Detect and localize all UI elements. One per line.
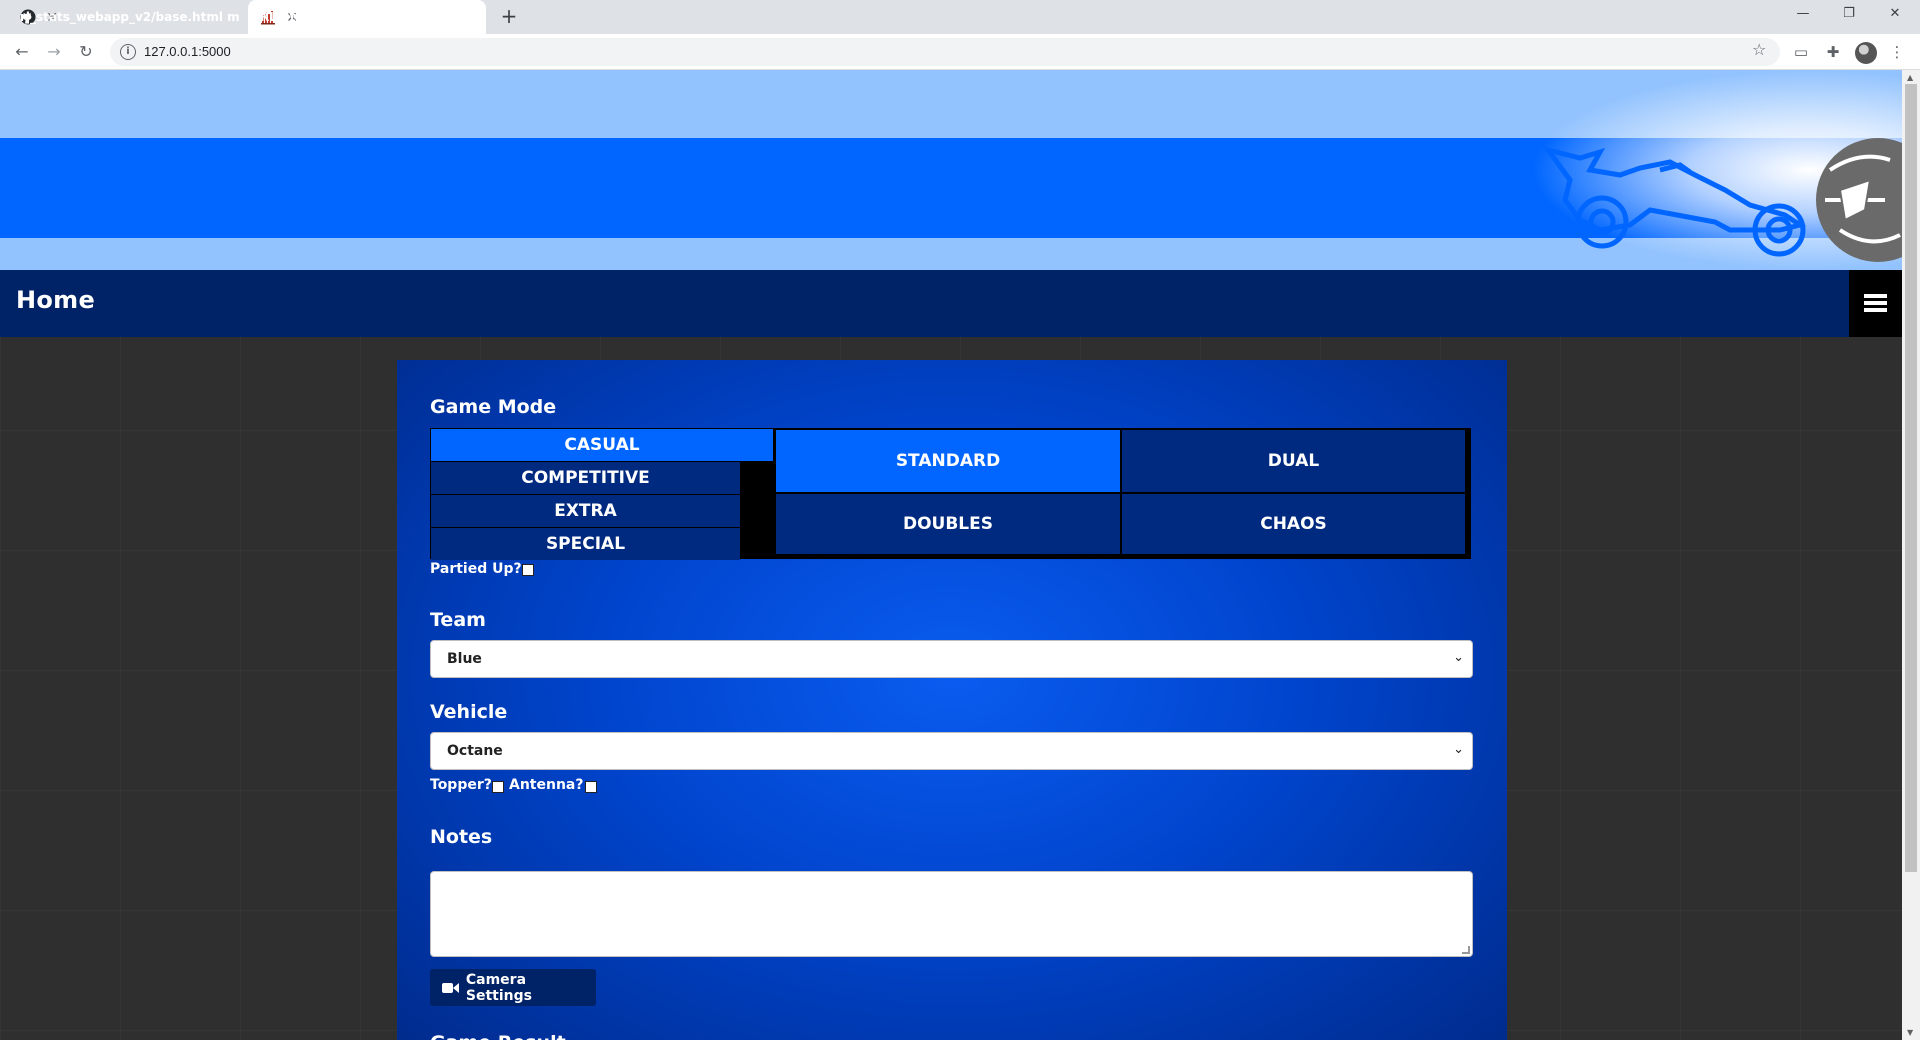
mode-doubles[interactable]: DOUBLES: [776, 494, 1120, 554]
new-tab-icon[interactable]: +: [497, 5, 521, 29]
back-icon[interactable]: ←: [10, 40, 34, 64]
mode-dual[interactable]: DUAL: [1122, 430, 1465, 492]
address-bar[interactable]: i 127.0.0.1:5000: [110, 38, 1780, 66]
team-heading: Team: [430, 609, 486, 631]
hamburger-line: [1864, 301, 1887, 305]
restore-icon[interactable]: ❐: [1826, 0, 1872, 30]
resize-handle-icon[interactable]: [1462, 946, 1470, 954]
profile-avatar[interactable]: [1855, 42, 1877, 64]
antenna-label: Antenna?: [509, 777, 584, 793]
team-select[interactable]: Blue ⌄: [430, 640, 1473, 678]
playlist-extra[interactable]: EXTRA: [431, 495, 740, 527]
scroll-down-icon[interactable]: ▼: [1907, 1028, 1913, 1037]
camera-settings-button[interactable]: Camera Settings: [430, 969, 596, 1006]
playlist-special[interactable]: SPECIAL: [431, 528, 740, 560]
team-select-value: Blue: [447, 651, 482, 667]
kebab-menu-icon[interactable]: ⋮: [1887, 42, 1907, 62]
minimize-icon[interactable]: —: [1780, 0, 1826, 30]
extensions-puzzle-icon[interactable]: ✚: [1823, 42, 1843, 62]
scrollbar-thumb[interactable]: [1905, 84, 1917, 872]
hamburger-line: [1864, 294, 1887, 298]
forward-icon[interactable]: →: [42, 40, 66, 64]
topper-label: Topper?: [430, 777, 492, 793]
game-entry-form: Game Mode CASUAL COMPETITIVE EXTRA SPECI…: [397, 360, 1507, 1040]
playlist-casual[interactable]: CASUAL: [431, 429, 773, 461]
playlist-selector: CASUAL COMPETITIVE EXTRA SPECIAL: [430, 428, 774, 560]
page-viewport: Home Game Mode CASUAL COMPETITIVE EXTRA …: [0, 70, 1902, 1040]
browser-tab-title: rl_stats_webapp_v2/base.html m: [20, 10, 240, 24]
vehicle-select[interactable]: Octane ⌄: [430, 732, 1473, 770]
url-text: 127.0.0.1:5000: [144, 44, 231, 59]
page-title: Home: [16, 286, 96, 314]
reload-icon[interactable]: ↻: [74, 40, 98, 64]
cast-icon[interactable]: ▭: [1791, 42, 1811, 62]
chevron-down-icon: ⌄: [1453, 742, 1464, 757]
chevron-down-icon: ⌄: [1453, 650, 1464, 665]
playlist-competitive[interactable]: COMPETITIVE: [431, 462, 740, 494]
notes-textarea[interactable]: [430, 871, 1473, 957]
topper-checkbox[interactable]: [492, 781, 504, 793]
scroll-up-icon[interactable]: ▲: [1907, 73, 1913, 82]
header-banner: [0, 70, 1902, 270]
mode-standard[interactable]: STANDARD: [776, 430, 1120, 492]
camera-settings-label: Camera Settings: [465, 971, 532, 1004]
partied-up-label: Partied Up?: [430, 561, 522, 577]
vehicle-heading: Vehicle: [430, 701, 508, 723]
rocket-league-car-logo: [1541, 138, 1902, 262]
game-result-heading: Game Result: [430, 1032, 566, 1040]
video-camera-icon: [442, 982, 460, 994]
browser-tab-rl-stats[interactable]: RL Stats - Home ✕: [248, 0, 486, 34]
partied-up-checkbox[interactable]: [522, 564, 534, 576]
browser-tab-bar: rl_stats_webapp_v2/base.html m ✕ RL Stat…: [0, 0, 1920, 34]
vehicle-select-value: Octane: [447, 743, 503, 759]
page-scrollbar[interactable]: ▲ ▼: [1902, 70, 1920, 1040]
browser-tab-title: RL Stats - Home: [260, 10, 369, 24]
hamburger-line: [1864, 308, 1887, 312]
notes-heading: Notes: [430, 826, 493, 848]
info-icon[interactable]: i: [120, 44, 136, 60]
page-header: Home: [0, 270, 1902, 337]
game-mode-heading: Game Mode: [430, 396, 557, 418]
browser-tab-github[interactable]: rl_stats_webapp_v2/base.html m ✕: [8, 0, 246, 34]
antenna-checkbox[interactable]: [585, 781, 597, 793]
hamburger-menu-button[interactable]: [1849, 270, 1902, 337]
browser-toolbar: ← → ↻ i 127.0.0.1:5000 ☆ ▭ ✚ ⋮: [0, 34, 1920, 70]
mode-selector: STANDARD DUAL DOUBLES CHAOS: [774, 428, 1471, 559]
close-window-icon[interactable]: ✕: [1872, 0, 1918, 30]
bookmark-star-icon[interactable]: ☆: [1752, 40, 1766, 59]
mode-chaos[interactable]: CHAOS: [1122, 494, 1465, 554]
